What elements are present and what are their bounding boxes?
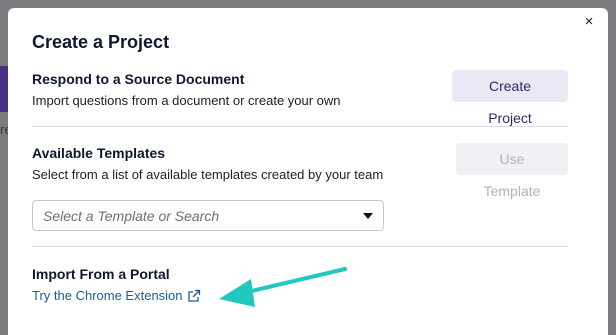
- template-select[interactable]: [32, 200, 384, 231]
- external-link-icon[interactable]: [187, 289, 201, 303]
- create-project-button[interactable]: Create Project: [452, 70, 568, 126]
- create-project-modal: × Create a Project Respond to a Source D…: [8, 8, 608, 335]
- chrome-extension-link-label[interactable]: Try the Chrome Extension: [32, 288, 183, 303]
- divider: [32, 126, 568, 127]
- caret-down-icon[interactable]: [363, 213, 373, 219]
- arrow-annotation-icon: [219, 267, 347, 307]
- divider: [32, 246, 568, 247]
- close-icon[interactable]: ×: [580, 13, 598, 31]
- background-sidebar-accent: [0, 66, 8, 112]
- chrome-extension-link[interactable]: Try the Chrome Extension: [32, 288, 201, 303]
- modal-title: Create a Project: [32, 32, 170, 52]
- use-template-button[interactable]: Use Template: [456, 143, 568, 199]
- template-search-input[interactable]: [43, 201, 353, 230]
